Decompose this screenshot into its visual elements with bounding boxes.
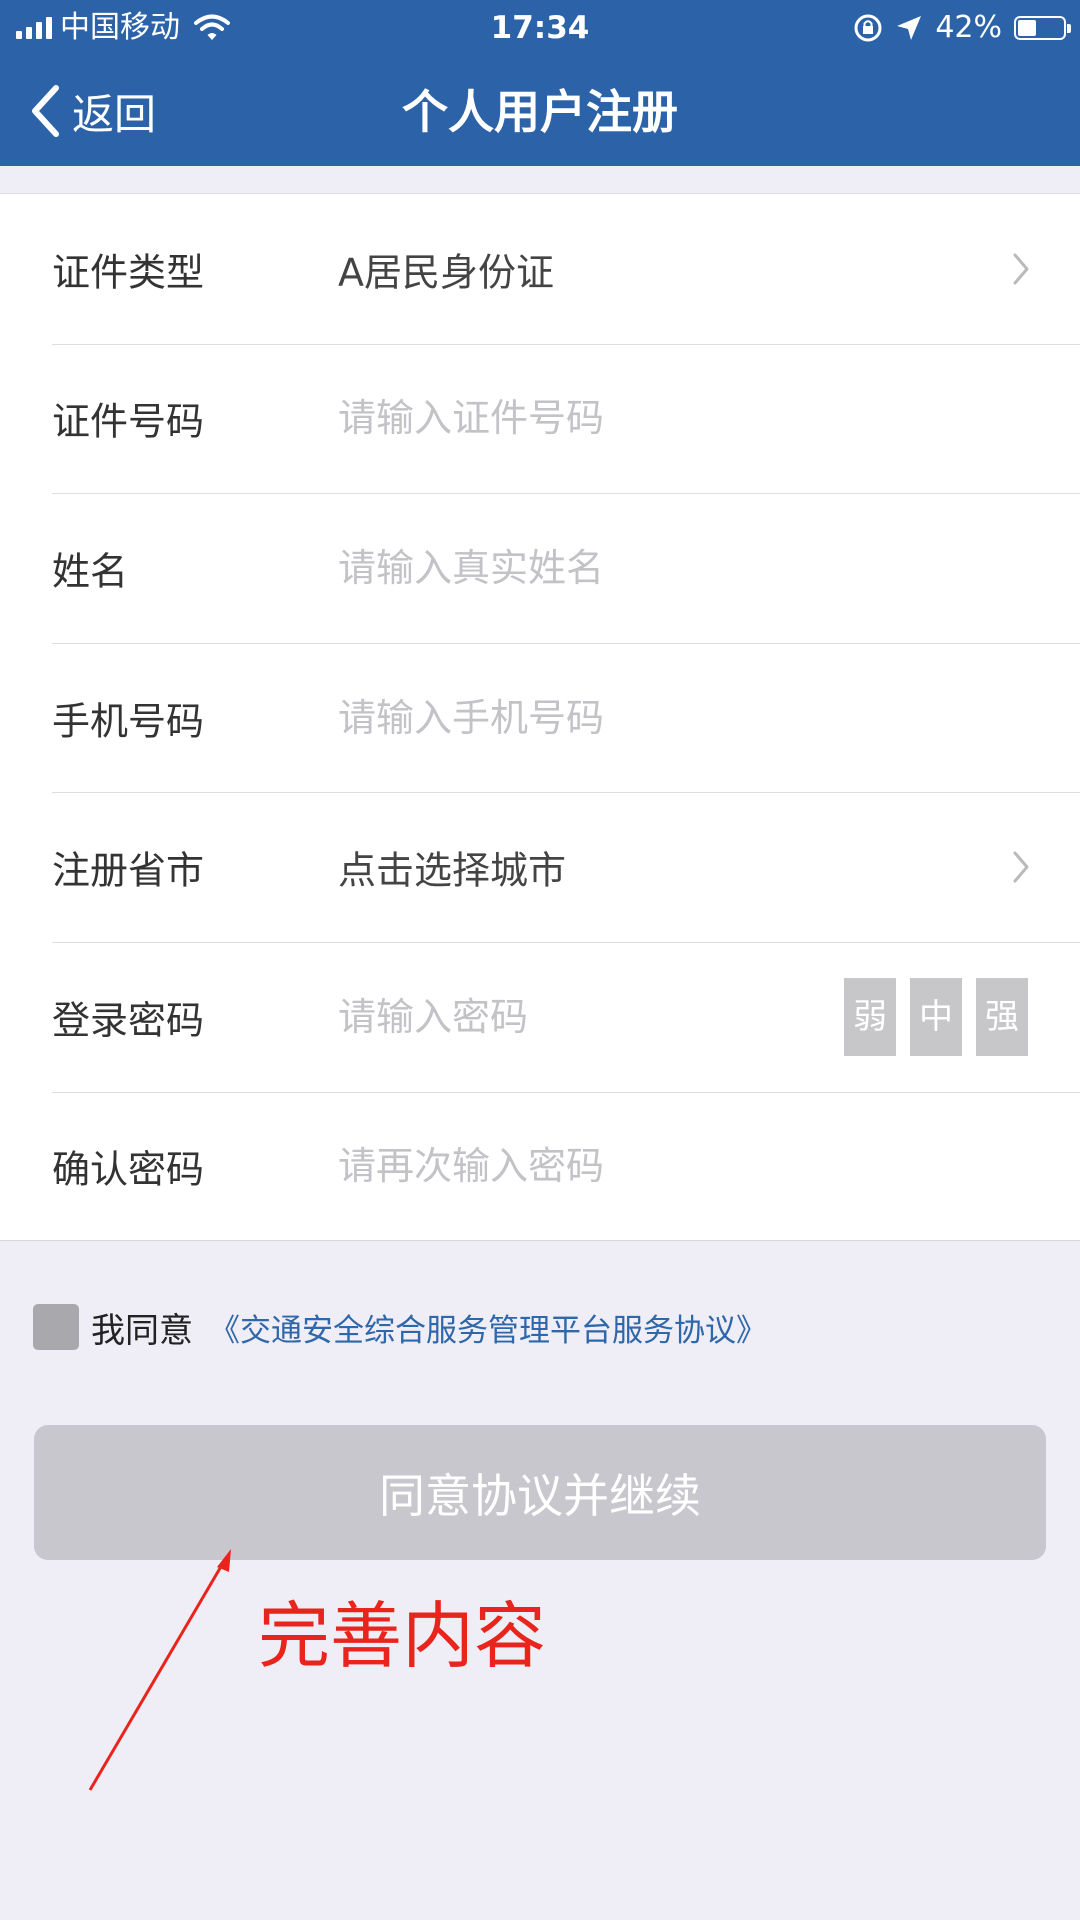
- chevron-right-icon: [1013, 253, 1029, 285]
- phone-label: 手机号码: [52, 699, 205, 744]
- agreement: 我同意 《交通安全综合服务管理平台服务协议》: [33, 1304, 767, 1351]
- name-row: 姓名: [0, 493, 1080, 643]
- battery-level: [1018, 20, 1037, 36]
- battery-percent: 42%: [935, 10, 1002, 45]
- password-label: 登录密码: [52, 998, 205, 1043]
- id-type-value: A居民身份证: [338, 250, 554, 295]
- id-number-row: 证件号码: [0, 343, 1080, 494]
- registration-form: 证件类型 A居民身份证 证件号码 姓名 手机号码 注册省市 点击选择城市 登录密…: [0, 193, 1080, 1241]
- strength-strong: 强: [976, 977, 1028, 1056]
- annotation-text: 完善内容: [258, 1594, 547, 1678]
- confirm-password-row: 确认密码: [0, 1091, 1080, 1242]
- phone-row: 手机号码: [0, 642, 1080, 793]
- status-bar: 中国移动 17:34 42%: [0, 0, 1080, 56]
- rotation-lock-icon: [854, 14, 882, 42]
- page-title: 个人用户注册: [402, 85, 678, 139]
- region-row[interactable]: 注册省市 点击选择城市: [0, 792, 1080, 942]
- confirm-password-label: 确认密码: [52, 1147, 205, 1192]
- password-strength: 弱 中 强: [844, 977, 1028, 1056]
- password-row: 登录密码 弱 中 强: [0, 941, 1080, 1092]
- submit-button[interactable]: 同意协议并继续: [34, 1425, 1046, 1560]
- name-label: 姓名: [52, 549, 129, 594]
- chevron-right-icon: [1013, 851, 1029, 883]
- strength-medium: 中: [910, 977, 962, 1056]
- id-number-input[interactable]: [338, 388, 818, 449]
- strength-weak: 弱: [844, 977, 896, 1056]
- phone-input[interactable]: [338, 687, 818, 748]
- name-input[interactable]: [338, 537, 818, 598]
- id-number-label: 证件号码: [52, 399, 205, 444]
- password-input[interactable]: [338, 986, 738, 1047]
- header: 中国移动 17:34 42% 返回 个人用户注册: [0, 0, 1080, 166]
- agree-label: 我同意: [91, 1310, 193, 1351]
- id-type-row[interactable]: 证件类型 A居民身份证: [0, 194, 1080, 344]
- nav-bar: 返回 个人用户注册: [0, 56, 1080, 166]
- location-icon: [897, 16, 922, 40]
- agreement-link[interactable]: 《交通安全综合服务管理平台服务协议》: [209, 1305, 767, 1350]
- region-value: 点击选择城市: [338, 848, 567, 893]
- agree-checkbox[interactable]: [33, 1304, 79, 1350]
- region-label: 注册省市: [52, 848, 205, 893]
- id-type-label: 证件类型: [52, 250, 205, 295]
- status-right: 42%: [853, 8, 1071, 48]
- battery-icon: [1014, 16, 1071, 40]
- confirm-password-input[interactable]: [338, 1136, 818, 1197]
